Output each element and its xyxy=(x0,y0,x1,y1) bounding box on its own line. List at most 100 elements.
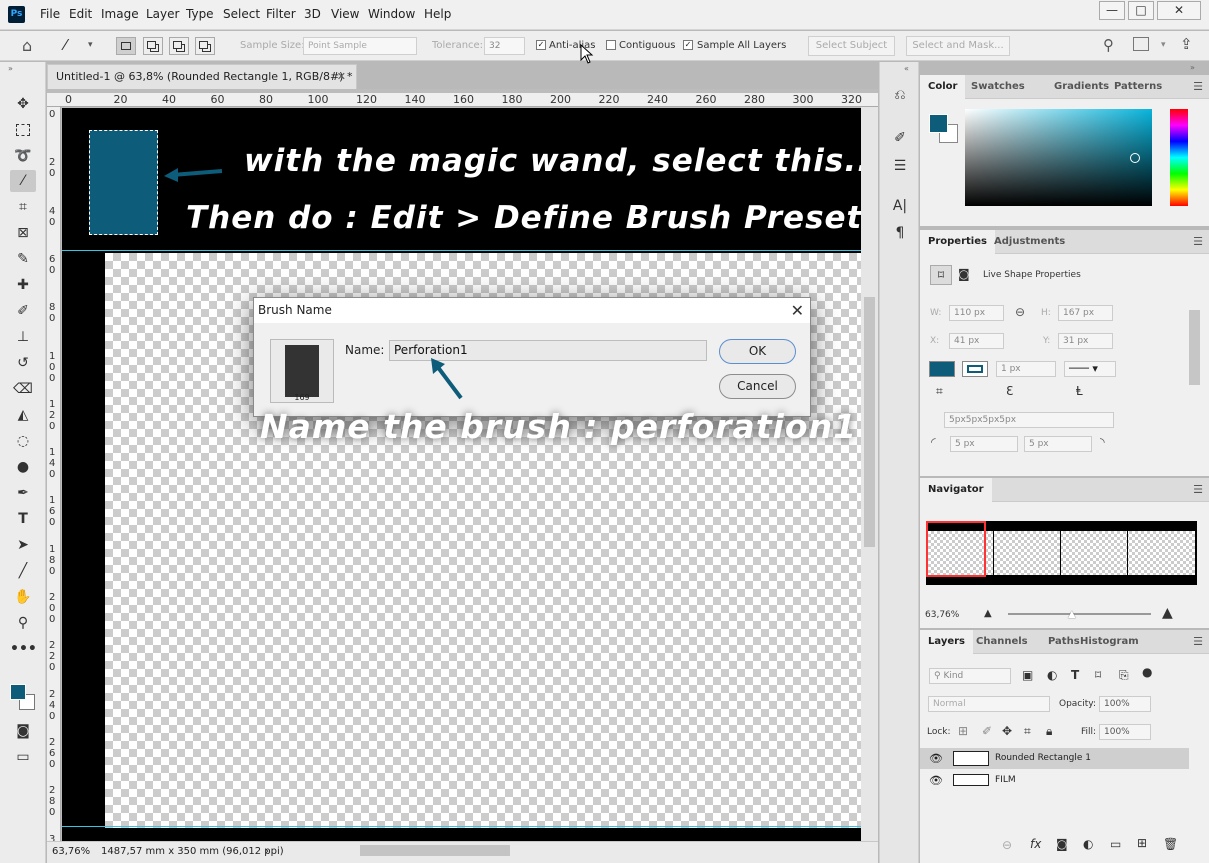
add-selection-button[interactable] xyxy=(143,37,163,55)
screen-mode-icon[interactable]: ▭ xyxy=(10,746,36,768)
lock-transparent-icon[interactable]: ⊞ xyxy=(958,724,968,738)
align-icon[interactable]: ⌗ xyxy=(936,384,943,399)
layer-row[interactable]: 👁︎ FILM xyxy=(920,770,1189,791)
path-selection-tool-icon[interactable]: ➤ xyxy=(10,534,36,556)
select-and-mask-button[interactable]: Select and Mask... xyxy=(906,36,1010,56)
fill-input[interactable]: 100% xyxy=(1099,724,1151,740)
eye-icon[interactable]: 👁︎ xyxy=(929,770,943,791)
magic-wand-icon[interactable]: ⁄ xyxy=(64,36,67,54)
tab-properties[interactable]: Properties xyxy=(920,230,995,254)
radius-input-1[interactable]: 5 px xyxy=(950,436,1018,452)
dodge-tool-icon[interactable]: ● xyxy=(10,456,36,478)
intersect-selection-button[interactable] xyxy=(195,37,215,55)
workspace-icon[interactable] xyxy=(1133,37,1149,51)
panel-menu-icon[interactable]: ☰ xyxy=(1193,483,1203,496)
hue-slider[interactable] xyxy=(1170,109,1188,206)
character-panel-icon[interactable]: A| xyxy=(890,198,910,214)
new-selection-button[interactable] xyxy=(116,37,136,55)
tab-color[interactable]: Color xyxy=(920,75,966,99)
filter-adjustment-icon[interactable]: ◐ xyxy=(1047,668,1057,682)
eyedropper-tool-icon[interactable]: ✎ xyxy=(10,248,36,270)
zoom-slider-thumb[interactable]: ▲ xyxy=(1068,609,1076,620)
sample-size-select[interactable]: Point Sample xyxy=(303,37,417,55)
tolerance-input[interactable]: 32 xyxy=(484,37,525,55)
layer-name[interactable]: FILM xyxy=(995,770,1016,791)
menu-file[interactable]: File xyxy=(40,7,60,21)
chevron-right-icon[interactable]: › xyxy=(265,842,269,862)
pen-tool-icon[interactable]: ✒ xyxy=(10,482,36,504)
marquee-tool-icon[interactable] xyxy=(10,119,36,141)
line-tool-icon[interactable]: ╱ xyxy=(10,560,36,582)
vertical-scrollbar-thumb[interactable] xyxy=(864,297,875,547)
layer-name[interactable]: Rounded Rectangle 1 xyxy=(995,748,1091,769)
stroke-color-swatch[interactable] xyxy=(962,361,988,377)
color-picker-ring[interactable] xyxy=(1130,153,1140,163)
history-brush-tool-icon[interactable]: ↺ xyxy=(10,352,36,374)
minimize-button[interactable]: — xyxy=(1099,1,1125,20)
shape-properties-icon[interactable]: ⌑ xyxy=(930,265,952,285)
move-tool-icon[interactable]: ✥ xyxy=(10,93,36,115)
width-input[interactable]: 110 px xyxy=(949,305,1004,321)
quick-mask-icon[interactable]: ◙ xyxy=(10,720,36,742)
brush-settings-icon[interactable]: ✐ xyxy=(890,130,910,146)
filter-type-icon[interactable]: T xyxy=(1071,668,1079,682)
navigator-zoom[interactable]: 63,76% xyxy=(925,610,959,620)
adjustment-layer-icon[interactable]: ◐ xyxy=(1083,837,1093,851)
menu-image[interactable]: Image xyxy=(101,7,139,21)
menu-window[interactable]: Window xyxy=(368,7,415,21)
paragraph-panel-icon[interactable]: ¶ xyxy=(890,225,910,241)
chevron-down-icon[interactable]: ▾ xyxy=(1161,40,1166,50)
color-field[interactable] xyxy=(965,109,1152,206)
collapse-icon[interactable]: » xyxy=(8,64,13,73)
corner-radii-input[interactable]: 5px5px5px5px xyxy=(944,412,1114,428)
menu-filter[interactable]: Filter xyxy=(266,7,296,21)
stroke-width-input[interactable]: 1 px xyxy=(996,361,1056,377)
lock-all-icon[interactable]: 🔒︎ xyxy=(1046,724,1052,739)
collapse-icon[interactable]: » xyxy=(1190,63,1195,72)
stroke-type-select[interactable]: ─── ▾ xyxy=(1064,361,1116,377)
subtract-selection-button[interactable] xyxy=(169,37,189,55)
history-panel-icon[interactable]: ⎌ xyxy=(890,87,910,103)
menu-select[interactable]: Select xyxy=(223,7,260,21)
zoom-out-icon[interactable]: ▲ xyxy=(984,608,992,619)
layer-row[interactable]: 👁︎ Rounded Rectangle 1 xyxy=(920,748,1189,769)
new-layer-icon[interactable]: ⊞ xyxy=(1137,836,1147,850)
eraser-tool-icon[interactable]: ⌫ xyxy=(10,378,36,400)
mask-properties-icon[interactable]: ◙ xyxy=(958,267,970,281)
tab-patterns[interactable]: Patterns xyxy=(1106,75,1170,99)
stroke-cap-icon[interactable]: Ⱡ xyxy=(1076,384,1083,398)
filter-toggle-icon[interactable]: ● xyxy=(1142,665,1152,679)
home-icon[interactable]: ⌂ xyxy=(22,36,32,55)
sample-all-layers-checkbox[interactable]: ✓ xyxy=(683,40,693,50)
lasso-tool-icon[interactable]: ➰ xyxy=(10,145,36,167)
tab-adjustments[interactable]: Adjustments xyxy=(986,230,1073,254)
type-tool-icon[interactable]: T xyxy=(10,508,36,530)
contiguous-checkbox[interactable] xyxy=(606,40,616,50)
lock-position-icon[interactable]: ✥ xyxy=(1002,724,1012,738)
menu-3d[interactable]: 3D xyxy=(304,7,321,21)
more-tools-icon[interactable]: ••• xyxy=(10,638,37,660)
blur-tool-icon[interactable]: ◌ xyxy=(10,430,36,452)
cancel-button[interactable]: Cancel xyxy=(719,374,796,399)
close-tab-icon[interactable]: ✕ xyxy=(337,65,346,89)
lock-pixels-icon[interactable]: ✐ xyxy=(982,724,992,738)
properties-scrollbar-thumb[interactable] xyxy=(1189,310,1200,385)
ok-button[interactable]: OK xyxy=(719,339,796,364)
filter-shape-icon[interactable]: ⌑ xyxy=(1095,668,1101,682)
foreground-color-chip[interactable] xyxy=(929,114,948,133)
filter-pixel-icon[interactable]: ▣ xyxy=(1022,668,1033,682)
close-window-button[interactable]: ✕ xyxy=(1157,1,1201,20)
crop-tool-icon[interactable]: ⌗ xyxy=(10,196,36,218)
close-icon[interactable]: ✕ xyxy=(791,301,804,320)
add-mask-icon[interactable]: ◙ xyxy=(1056,837,1068,851)
magic-wand-tool-icon[interactable]: ⁄ xyxy=(10,170,36,192)
zoom-slider[interactable] xyxy=(1008,613,1151,615)
horizontal-scrollbar-thumb[interactable] xyxy=(360,845,510,856)
tab-swatches[interactable]: Swatches xyxy=(963,75,1033,99)
menu-type[interactable]: Type xyxy=(186,7,214,21)
lock-artboard-icon[interactable]: ⌗ xyxy=(1024,724,1031,739)
eye-icon[interactable]: 👁︎ xyxy=(929,748,943,769)
tab-navigator[interactable]: Navigator xyxy=(920,478,992,502)
x-input[interactable]: 41 px xyxy=(949,333,1004,349)
anti-alias-checkbox[interactable]: ✓ xyxy=(536,40,546,50)
